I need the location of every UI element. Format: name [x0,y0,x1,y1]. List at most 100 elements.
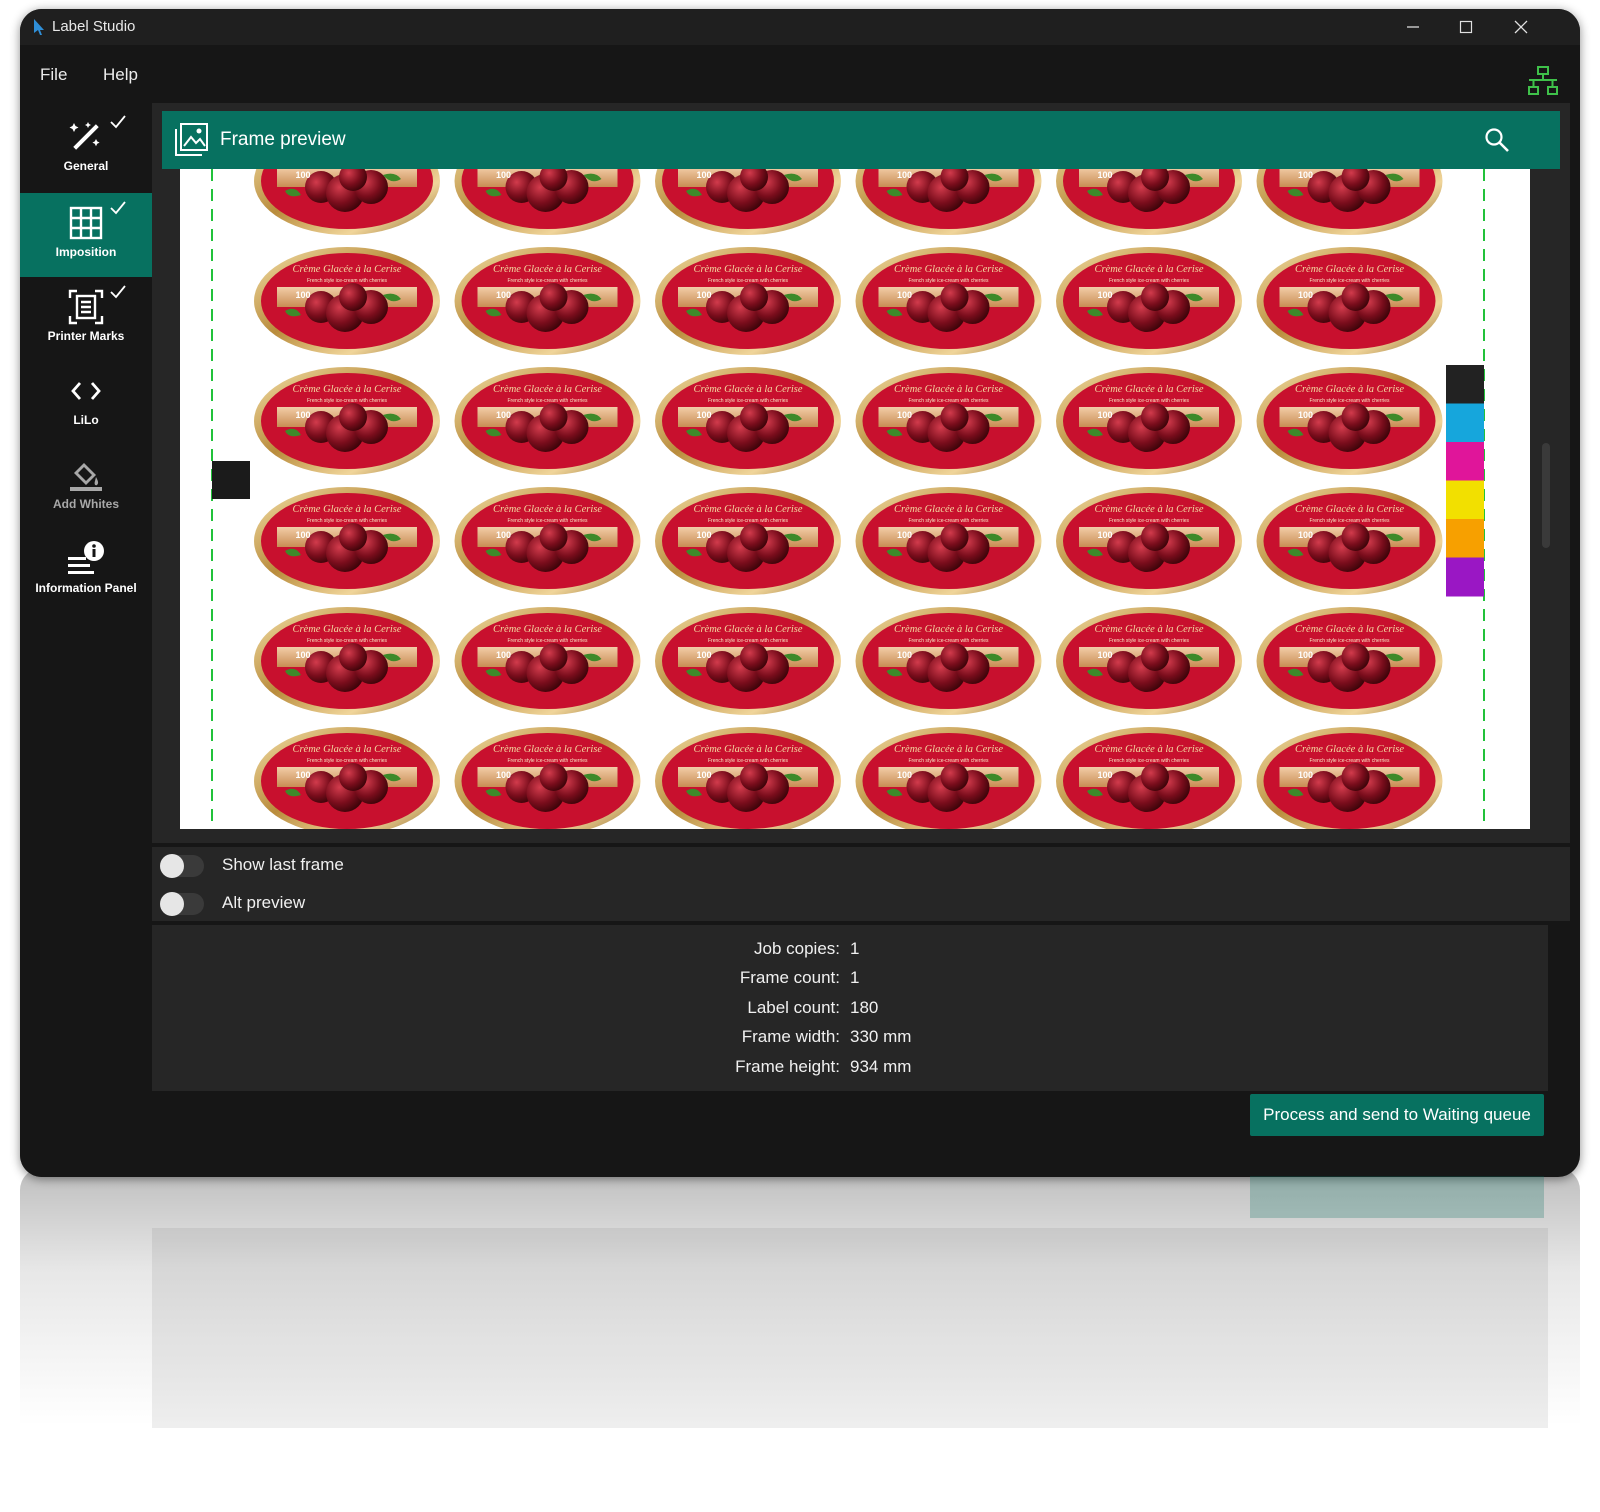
label-badge-text: 100 [1097,170,1112,180]
cherry-shape [1141,763,1169,791]
process-send-button[interactable]: Process and send to Waiting queue [1250,1094,1544,1136]
label-badge-text: 100 [1298,170,1313,180]
menu-help[interactable]: Help [103,65,138,85]
label-subtitle-text: French style ice-cream with cherries [307,398,388,404]
sidebar-item-add-whites[interactable]: Add Whites [20,445,152,529]
info-key: Frame count: [739,968,840,987]
label-badge-text: 100 [496,290,511,300]
label-item: Crème Glacée à la CeriseFrench style ice… [655,487,841,595]
label-title-text: Crème Glacée à la Cerise [693,744,802,755]
label-badge-text: 100 [295,650,310,660]
cherry-shape [1341,283,1370,311]
label-item: Crème Glacée à la CeriseFrench style ice… [1056,607,1242,715]
preview-header: Frame preview [162,111,1560,169]
label-item: Crème Glacée à la CeriseFrench style ice… [454,367,641,475]
label-badge-text: 100 [1298,410,1313,420]
label-badge-text: 100 [496,410,511,420]
label-subtitle-text: French style ice-cream with cherries [1109,518,1190,524]
registration-square [212,461,250,499]
label-badge-text: 100 [897,410,912,420]
sidebar-item-printer-marks[interactable]: Printer Marks [20,277,152,361]
cherry-shape [539,523,568,551]
label-badge-text: 100 [1298,770,1313,780]
cherry-shape [740,403,768,431]
label-title-text: Crème Glacée à la Cerise [894,504,1003,515]
label-badge-text: 100 [1298,650,1313,660]
show-last-frame-toggle[interactable] [160,854,204,878]
frame-preview-canvas[interactable]: Crème Glacée à la Cerise French style ice… [180,169,1530,829]
label-title-text: Crème Glacée à la Cerise [1295,264,1404,275]
label-subtitle-text: French style ice-cream with cherries [507,278,588,284]
sidebar-item-label: Add Whites [53,497,119,511]
close-button[interactable] [1508,15,1534,39]
job-info-panel: Job copies: 1 Frame count: 1 Label count… [152,925,1548,1091]
maximize-button[interactable] [1453,15,1479,39]
label-badge-text: 100 [295,170,310,180]
label-badge-text: 100 [1298,530,1313,540]
label-item: Crème Glacée à la CeriseFrench style ice… [1056,727,1242,829]
search-icon[interactable] [1484,127,1510,153]
sidebar-item-information-panel[interactable]: Information Panel [20,529,152,613]
cherry-shape [1141,643,1169,671]
label-title-text: Crème Glacée à la Cerise [292,384,401,395]
menu-bar: File Help [20,45,1580,103]
preview-title: Frame preview [220,129,346,150]
label-subtitle-text: French style ice-cream with cherries [708,638,789,644]
label-subtitle-text: French style ice-cream with cherries [708,398,789,404]
label-item: Crème Glacée à la CeriseFrench style ice… [655,727,841,829]
minimize-icon [1407,26,1419,28]
sidebar-item-label: Imposition [55,245,117,259]
label-item: Crème Glacée à la CeriseFrench style ice… [254,247,440,355]
label-item: Crème Glacée à la CeriseFrench style ice… [855,487,1042,595]
label-item: Crème Glacée à la CeriseFrench style ice… [855,247,1042,355]
label-title-text: Crème Glacée à la Cerise [1094,264,1203,275]
minimize-button[interactable] [1400,15,1426,39]
label-title-text: Crème Glacée à la Cerise [493,264,602,275]
label-item: Crème Glacée à la CeriseFrench style ice… [1256,247,1443,355]
label-subtitle-text: French style ice-cream with cherries [307,518,388,524]
label-item: Crème Glacée à la Cerise French style ice… [254,367,440,475]
label-subtitle-text: French style ice-cream with cherries [507,638,588,644]
label-badge-text: 100 [1097,290,1112,300]
label-item: Crème Glacée à la CeriseFrench style ice… [1056,367,1242,475]
sidebar-item-general[interactable]: General [20,107,152,191]
color-bar-patch [1446,403,1484,443]
menu-file[interactable]: File [40,65,67,85]
label-title-text: Crème Glacée à la Cerise [493,384,602,395]
check-icon [110,201,126,215]
info-value: 934 mm [850,1057,912,1076]
printer-marks-icon [68,289,104,325]
magic-wand-icon [69,122,100,150]
cherry-shape [740,643,768,671]
network-status-icon[interactable] [1528,66,1558,96]
label-item: Crème Glacée à la CeriseFrench style ice… [454,727,641,829]
label-title-text: Crème Glacée à la Cerise [1094,384,1203,395]
info-row-job-copies: Job copies: 1 [152,939,1548,965]
label-badge-text: 100 [496,530,511,540]
label-item: Crème Glacée à la CeriseFrench style ice… [655,247,841,355]
label-badge-text: 100 [295,290,310,300]
label-badge-text: 100 [897,770,912,780]
label-item: Crème Glacée à la CeriseFrench style ice… [1256,367,1443,475]
sidebar-item-lilo[interactable]: LiLo [20,361,152,445]
label-item: Crème Glacée à la CeriseFrench style ice… [1256,169,1443,235]
preview-panel: Frame preview 100 100 100 100 100 100 Cr… [152,103,1570,843]
label-subtitle-text: French style ice-cream with cherries [1309,638,1390,644]
show-last-frame-label: Show last frame [222,855,344,874]
vertical-scrollbar[interactable] [1542,443,1550,548]
label-item: Crème Glacée à la CeriseFrench style ice… [1056,247,1242,355]
label-item: Crème Glacée à la CeriseFrench style ice… [855,727,1042,829]
reflection-panel-shape [152,1228,1548,1428]
sidebar-item-imposition[interactable]: Imposition [20,193,152,277]
label-item: Crème Glacée à la CeriseFrench style ice… [254,727,440,829]
cherry-shape [339,403,367,431]
sidebar-item-label: Information Panel [35,581,137,595]
alt-preview-label: Alt preview [222,893,306,912]
alt-preview-toggle[interactable] [160,892,204,916]
info-key: Frame width: [741,1027,840,1046]
cherry-shape [940,523,969,551]
label-subtitle-text: French style ice-cream with cherries [908,278,989,284]
check-icon [110,285,126,299]
color-bar-patch [1446,557,1484,597]
label-item: Crème Glacée à la CeriseFrench style ice… [1256,607,1443,715]
